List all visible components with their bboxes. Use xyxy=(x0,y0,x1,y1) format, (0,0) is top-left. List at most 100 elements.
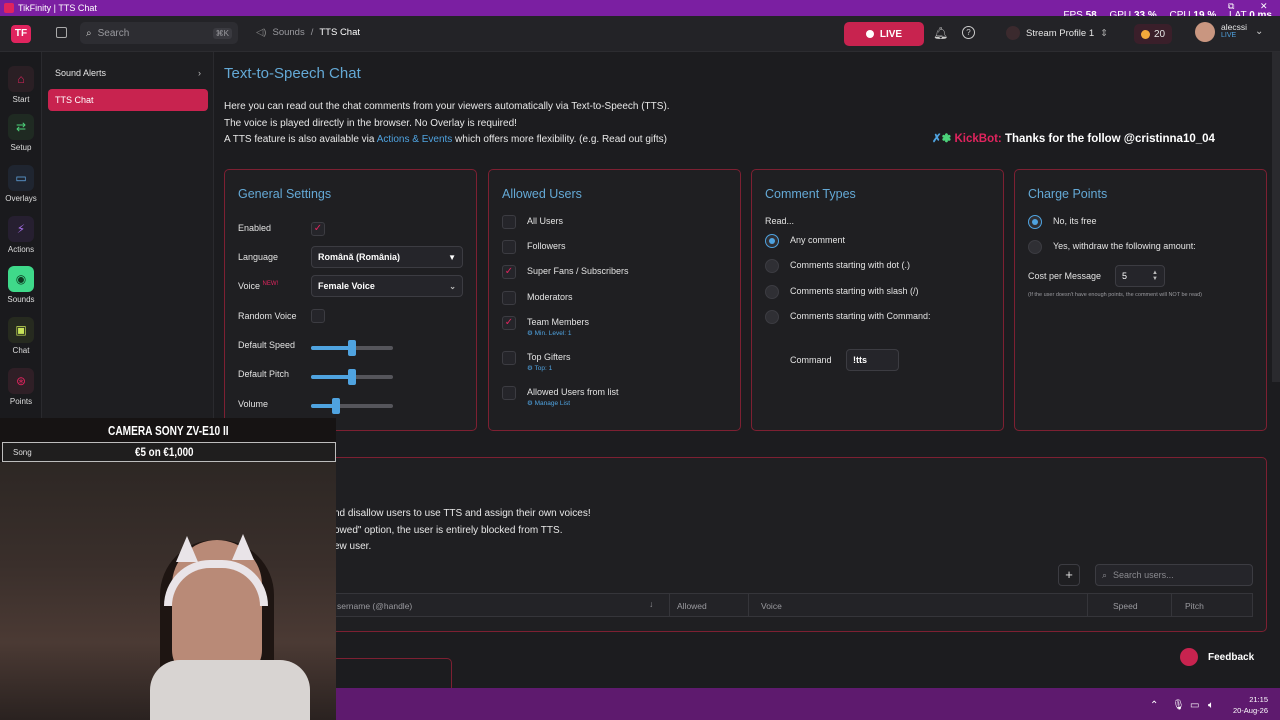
cost-input[interactable]: 5 ▲ ▼ xyxy=(1115,265,1165,287)
os-taskbar: ⌃ 🎙︎ ▭ 🔈︎ 21:15 20-Aug-26 xyxy=(336,688,1280,720)
speed-slider[interactable] xyxy=(311,340,393,356)
allowed-checkbox-3[interactable] xyxy=(502,291,516,305)
slider-handle[interactable] xyxy=(348,369,356,385)
col-divider xyxy=(669,594,670,616)
comment-type-label: Comments starting with slash (/) xyxy=(790,286,919,296)
command-label: Command xyxy=(790,355,832,365)
stepper-icon[interactable]: ▲ ▼ xyxy=(1152,270,1158,282)
volume-slider[interactable] xyxy=(311,398,393,414)
sidebar-item-chat[interactable]: ▣ Chat xyxy=(0,317,42,355)
allowed-label: Super Fans / Subscribers xyxy=(527,266,629,276)
allowed-sublink[interactable]: ⚙ Manage List xyxy=(527,399,570,407)
actions-events-link[interactable]: Actions & Events xyxy=(377,134,453,145)
chevron-down-icon: ⌄ xyxy=(449,281,456,291)
comment-type-radio-0[interactable] xyxy=(765,234,779,248)
cost-label: Cost per Message xyxy=(1028,271,1102,281)
coin-balance[interactable]: 20 xyxy=(1134,24,1172,44)
allowed-checkbox-6[interactable] xyxy=(502,386,516,400)
feedback-button[interactable]: Feedback xyxy=(1180,645,1260,669)
random-voice-label: Random Voice xyxy=(238,311,297,321)
allowed-checkbox-5[interactable] xyxy=(502,351,516,365)
sidebar-item-sounds[interactable]: ◉ Sounds xyxy=(0,266,42,304)
col-divider xyxy=(748,594,749,616)
sidebar-item-start[interactable]: ⌂ Start xyxy=(0,66,42,104)
mic-icon[interactable]: 🎙︎ xyxy=(1172,700,1185,711)
subnav-item-tts-chat[interactable]: TTS Chat xyxy=(48,89,208,111)
random-voice-checkbox[interactable] xyxy=(311,309,325,323)
allowed-label: Allowed Users from list xyxy=(527,387,619,397)
comment-type-radio-2[interactable] xyxy=(765,285,779,299)
col-voice[interactable]: Voice xyxy=(761,601,782,611)
command-input[interactable]: !tts xyxy=(846,349,899,371)
breadcrumb-sounds[interactable]: Sounds xyxy=(272,27,304,38)
comment-types-card: Comment Types Read... Any comment Comment… xyxy=(751,169,1004,431)
subnav-item-sound-alerts[interactable]: Sound Alerts › xyxy=(48,62,208,84)
cat-ear-right xyxy=(232,534,254,560)
withdraw-label: Yes, withdraw the following amount: xyxy=(1053,241,1196,251)
charge-points-card: Charge Points No, its free Yes, withdraw… xyxy=(1014,169,1267,431)
network-icon[interactable]: ▭ xyxy=(1190,700,1199,711)
comment-type-radio-1[interactable] xyxy=(765,259,779,273)
gem-icon: ✽ xyxy=(941,133,952,145)
voice-select[interactable]: Female Voice ⌄ xyxy=(311,275,463,297)
bolt-icon: ⚡︎ xyxy=(8,216,34,242)
charge-points-title: Charge Points xyxy=(1028,187,1108,201)
slider-handle[interactable] xyxy=(331,398,340,414)
search-input[interactable]: ⌕ Search ⌘K xyxy=(80,22,238,44)
col-pitch[interactable]: Pitch xyxy=(1185,601,1204,611)
sidebar-item-actions[interactable]: ⚡︎ Actions xyxy=(0,216,42,254)
setup-icon: ⇄ xyxy=(8,114,34,140)
main-content: Text-to-Speech Chat Here you can read ou… xyxy=(214,52,1280,720)
sidebar-item-overlays[interactable]: ▭ Overlays xyxy=(0,165,42,203)
col-divider xyxy=(1087,594,1088,616)
stream-profile-select[interactable]: Stream Profile 1 ⇕ xyxy=(1006,26,1108,40)
read-label: Read... xyxy=(765,216,795,226)
allowed-checkbox-2[interactable]: ✓ xyxy=(502,265,516,279)
speed-label: Default Speed xyxy=(238,340,296,350)
user-voices-card: nd disallow users to use TTS and assign … xyxy=(224,457,1267,632)
col-username[interactable]: sername (@handle) xyxy=(337,601,412,611)
allowed-label: Team Members xyxy=(527,317,590,327)
live-button[interactable]: LIVE xyxy=(844,22,924,46)
comment-type-label: Any comment xyxy=(790,235,846,245)
home-icon: ⌂ xyxy=(8,66,34,92)
search-icon: ⌕ xyxy=(1102,569,1108,580)
general-settings-title: General Settings xyxy=(238,187,332,201)
allowed-checkbox-4[interactable]: ✓ xyxy=(502,316,516,330)
points-icon: ⊛ xyxy=(8,368,34,394)
main-scrollbar[interactable] xyxy=(1272,52,1280,382)
allowed-sublink[interactable]: ⚙ Min. Level: 1 xyxy=(527,329,572,337)
allowed-checkbox-0[interactable] xyxy=(502,215,516,229)
user-menu[interactable]: alecssi LIVE xyxy=(1221,22,1247,39)
language-select[interactable]: Română (România) ▼ xyxy=(311,246,463,268)
allowed-label: All Users xyxy=(527,216,564,226)
search-users-input[interactable]: ⌕ Search users... xyxy=(1095,564,1253,586)
col-speed[interactable]: Speed xyxy=(1113,601,1138,611)
col-allowed[interactable]: Allowed xyxy=(677,601,707,611)
tikfinity-logo-icon[interactable]: TF xyxy=(11,25,31,43)
sidebar-item-setup[interactable]: ⇄ Setup xyxy=(0,114,42,152)
help-icon[interactable]: ? xyxy=(962,26,975,39)
sidebar-item-points[interactable]: ⊛ Points xyxy=(0,368,42,406)
enabled-checkbox[interactable]: ✓ xyxy=(311,222,325,236)
free-radio[interactable] xyxy=(1028,215,1042,229)
bell-icon[interactable]: 🔔︎ xyxy=(933,26,948,40)
chevron-down-icon[interactable]: ⌄ xyxy=(1255,26,1263,37)
volume-icon[interactable]: 🔈︎ xyxy=(1208,700,1214,711)
slider-handle[interactable] xyxy=(348,340,356,356)
add-user-button[interactable]: + xyxy=(1058,564,1080,586)
volume-label: Volume xyxy=(238,399,269,409)
tray-chevron-icon[interactable]: ⌃ xyxy=(1150,700,1158,711)
sort-down-icon[interactable]: ↓ xyxy=(649,599,653,609)
pitch-slider[interactable] xyxy=(311,369,393,385)
allowed-checkbox-1[interactable] xyxy=(502,240,516,254)
kickbot-message: ✗✽ KickBot: Thanks for the follow @crist… xyxy=(932,133,1215,145)
comment-type-label: Comments starting with dot (.) xyxy=(790,260,911,270)
withdraw-radio[interactable] xyxy=(1028,240,1042,254)
comment-type-radio-3[interactable] xyxy=(765,310,779,324)
avatar[interactable] xyxy=(1195,22,1215,42)
allowed-sublink[interactable]: ⚙ Top: 1 xyxy=(527,364,552,372)
system-clock[interactable]: 21:15 20-Aug-26 xyxy=(1224,694,1268,716)
sidebar-toggle-icon[interactable] xyxy=(56,27,67,38)
sword-icon: ✗ xyxy=(932,133,942,145)
